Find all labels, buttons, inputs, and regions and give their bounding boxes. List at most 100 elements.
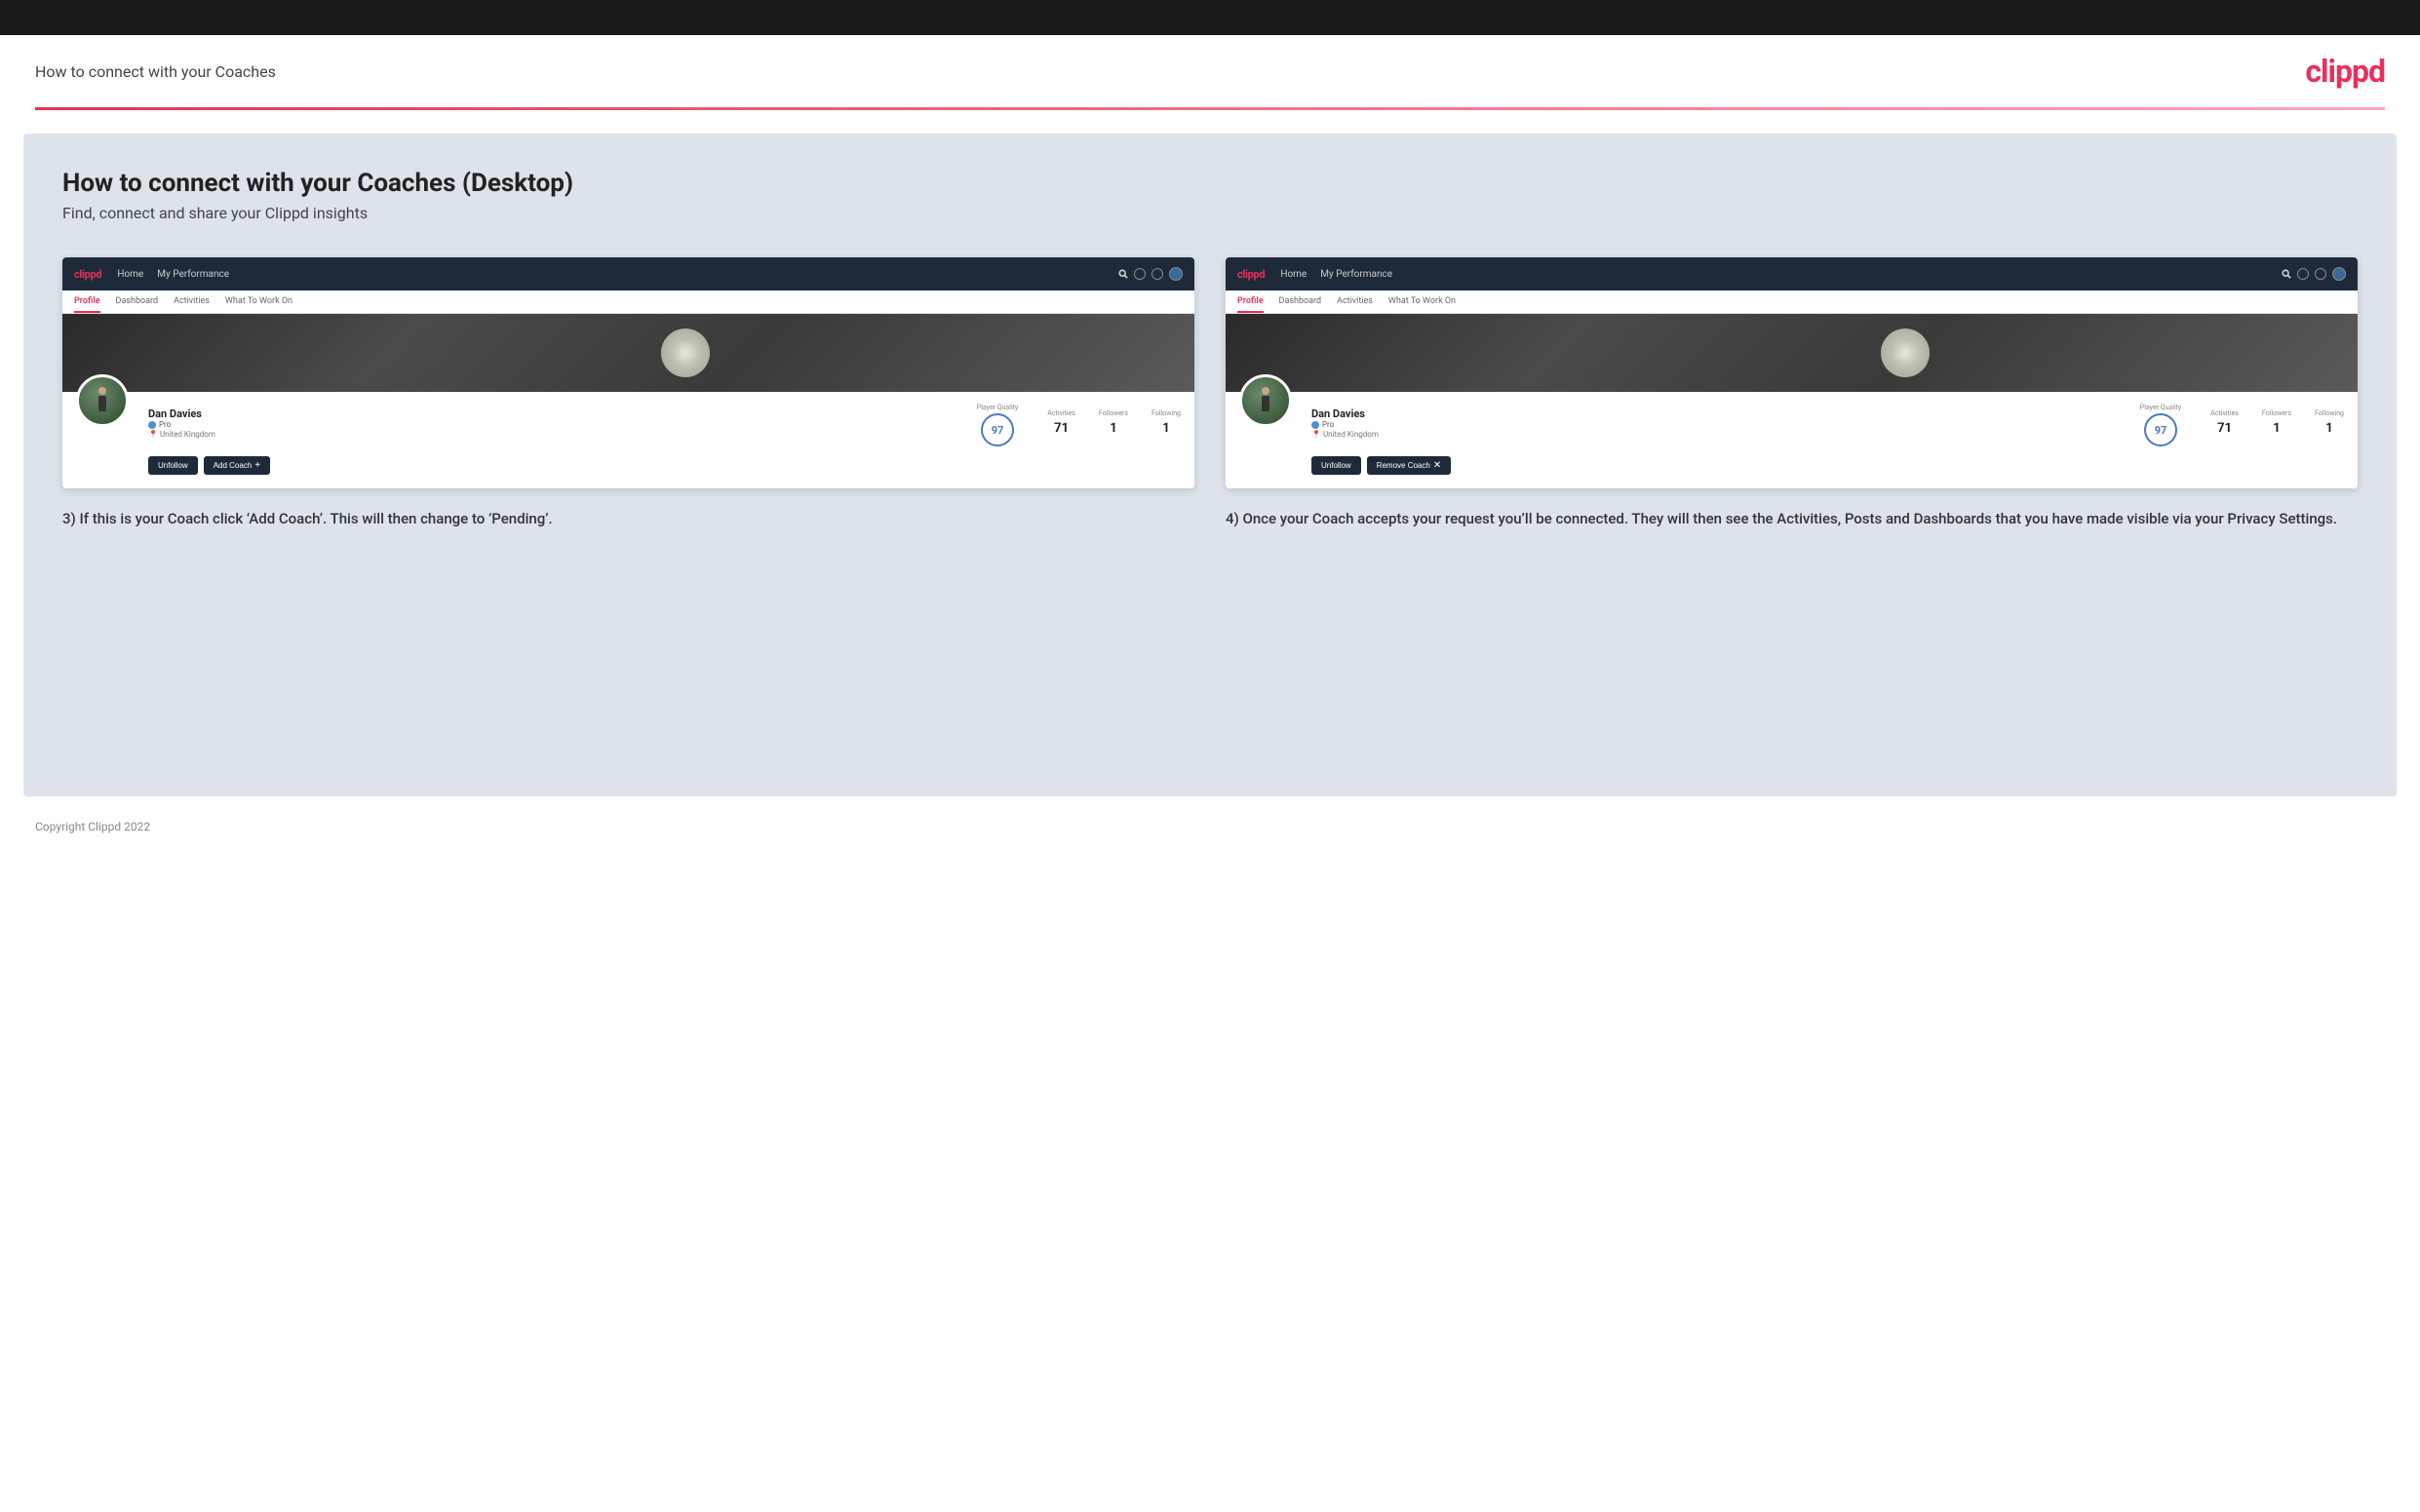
screenshot-col-2: clippd Home My Performance Profile: [1226, 257, 2358, 530]
stat-following-label-2: Following: [2315, 409, 2344, 417]
quality-circle-1: 97: [981, 413, 1014, 446]
screenshot-col-1: clippd Home My Performance Profile: [62, 257, 1194, 530]
mock-profile-2: Dan Davies Pro 📍 United Kingdom: [1226, 392, 2358, 488]
location-pin-2: 📍: [1311, 430, 1321, 439]
avatar-figure-2: [1256, 387, 1275, 416]
mock-hero-2: [1226, 314, 2358, 392]
mock-nav-home-1[interactable]: Home: [117, 269, 143, 280]
tab-profile-1[interactable]: Profile: [74, 296, 100, 313]
settings-icon-2: [2315, 268, 2326, 280]
role-label-1: Pro: [159, 420, 171, 429]
mock-quality-1: Player Quality 97: [977, 404, 1018, 446]
stat-activities-val-1: 71: [1054, 421, 1069, 436]
mock-buttons-2: Unfollow Remove Coach ✕: [1311, 456, 2344, 475]
quality-value-2: 97: [2155, 424, 2167, 437]
search-icon-1[interactable]: [1118, 269, 1128, 279]
avatar-2: [1239, 374, 1292, 427]
mock-stats-2: Activities 71 Followers 1 Following 1: [2210, 409, 2344, 436]
mock-logo-2: clippd: [1237, 268, 1265, 281]
location-pin-1: 📍: [148, 430, 158, 439]
profile-name-2: Dan Davies: [1311, 407, 2111, 420]
tab-dashboard-2[interactable]: Dashboard: [1279, 296, 1322, 313]
tab-whattoworkon-2[interactable]: What To Work On: [1388, 296, 1456, 313]
mock-tabs-2: Profile Dashboard Activities What To Wor…: [1226, 291, 2358, 314]
user-icon-1: [1134, 268, 1146, 280]
avatar-1: [76, 374, 129, 427]
add-coach-label: Add Coach: [214, 461, 253, 470]
tab-profile-2[interactable]: Profile: [1237, 296, 1264, 313]
main-content: How to connect with your Coaches (Deskto…: [23, 134, 2397, 796]
location-label-2: United Kingdom: [1323, 430, 1379, 439]
profile-role-2: Pro: [1311, 420, 2111, 429]
role-label-2: Pro: [1322, 420, 1334, 429]
add-coach-button[interactable]: Add Coach +: [204, 456, 270, 475]
header: How to connect with your Coaches clippd: [0, 35, 2420, 107]
caption-1: 3) If this is your Coach click ‘Add Coac…: [62, 508, 1194, 530]
profile-name-1: Dan Davies: [148, 407, 948, 420]
mock-nav-home-2[interactable]: Home: [1280, 269, 1307, 280]
mock-nav-performance-1[interactable]: My Performance: [157, 269, 229, 280]
stat-activities-val-2: 71: [2217, 421, 2232, 436]
stat-followers-label-1: Followers: [1099, 409, 1128, 417]
copyright-text: Copyright Clippd 2022: [35, 820, 150, 834]
stat-following-1: Following 1: [1151, 409, 1181, 436]
mock-nav-icons-1: [1118, 267, 1183, 281]
footer: Copyright Clippd 2022: [0, 804, 2420, 849]
stat-following-val-2: 1: [2325, 421, 2332, 436]
stat-following-val-1: 1: [1162, 421, 1169, 436]
plus-icon: +: [254, 460, 260, 471]
mock-profile-info-2: Dan Davies Pro 📍 United Kingdom: [1311, 404, 2111, 439]
clippd-logo: clippd: [2305, 53, 2385, 90]
main-title: How to connect with your Coaches (Deskto…: [62, 169, 2358, 198]
stat-followers-label-2: Followers: [2262, 409, 2291, 417]
avatar-head-1: [98, 387, 106, 395]
mock-hero-1: [62, 314, 1194, 392]
stat-followers-2: Followers 1: [2262, 409, 2291, 436]
quality-label-1: Player Quality: [977, 404, 1018, 411]
stat-following-2: Following 1: [2315, 409, 2344, 436]
mock-nav-links-2: Home My Performance: [1280, 269, 2266, 280]
unfollow-button-2[interactable]: Unfollow: [1311, 456, 1361, 475]
unfollow-button-1[interactable]: Unfollow: [148, 456, 198, 475]
mock-nav-performance-2[interactable]: My Performance: [1320, 269, 1392, 280]
stat-activities-label-2: Activities: [2210, 409, 2239, 417]
stat-followers-1: Followers 1: [1099, 409, 1128, 436]
stat-followers-val-2: 1: [2273, 421, 2280, 436]
mock-nav-1: clippd Home My Performance: [62, 257, 1194, 291]
globe-icon-2: [2332, 267, 2346, 281]
tab-dashboard-1[interactable]: Dashboard: [116, 296, 159, 313]
mock-avatar-wrap-2: [1239, 374, 1292, 427]
avatar-body-1: [98, 396, 106, 411]
screenshots-row: clippd Home My Performance Profile: [62, 257, 2358, 530]
top-bar: [0, 0, 2420, 35]
user-icon-2: [2297, 268, 2309, 280]
role-dot-2: [1311, 421, 1319, 429]
settings-icon-1: [1151, 268, 1163, 280]
mock-browser-1: clippd Home My Performance Profile: [62, 257, 1194, 488]
mock-nav-2: clippd Home My Performance: [1226, 257, 2358, 291]
tab-activities-1[interactable]: Activities: [174, 296, 210, 313]
search-icon-2[interactable]: [2282, 269, 2291, 279]
avatar-head-2: [1262, 387, 1269, 395]
profile-role-1: Pro: [148, 420, 948, 429]
tab-whattoworkon-1[interactable]: What To Work On: [225, 296, 293, 313]
avatar-body-2: [1262, 396, 1269, 411]
stat-followers-val-1: 1: [1110, 421, 1116, 436]
stat-activities-label-1: Activities: [1047, 409, 1075, 417]
mock-browser-2: clippd Home My Performance Profile: [1226, 257, 2358, 488]
close-icon: ✕: [1433, 460, 1441, 471]
header-divider: [35, 107, 2385, 110]
mock-tabs-1: Profile Dashboard Activities What To Wor…: [62, 291, 1194, 314]
mock-avatar-wrap-1: [76, 374, 129, 427]
mock-nav-icons-2: [2282, 267, 2346, 281]
mock-profile-info-1: Dan Davies Pro 📍 United Kingdom: [148, 404, 948, 439]
stat-following-label-1: Following: [1151, 409, 1181, 417]
mock-nav-links-1: Home My Performance: [117, 269, 1103, 280]
main-subtitle: Find, connect and share your Clippd insi…: [62, 204, 2358, 222]
quality-value-1: 97: [992, 424, 1004, 437]
tab-activities-2[interactable]: Activities: [1337, 296, 1373, 313]
role-dot-1: [148, 421, 156, 429]
stat-activities-2: Activities 71: [2210, 409, 2239, 436]
avatar-figure-1: [93, 387, 112, 416]
remove-coach-button[interactable]: Remove Coach ✕: [1367, 456, 1452, 475]
